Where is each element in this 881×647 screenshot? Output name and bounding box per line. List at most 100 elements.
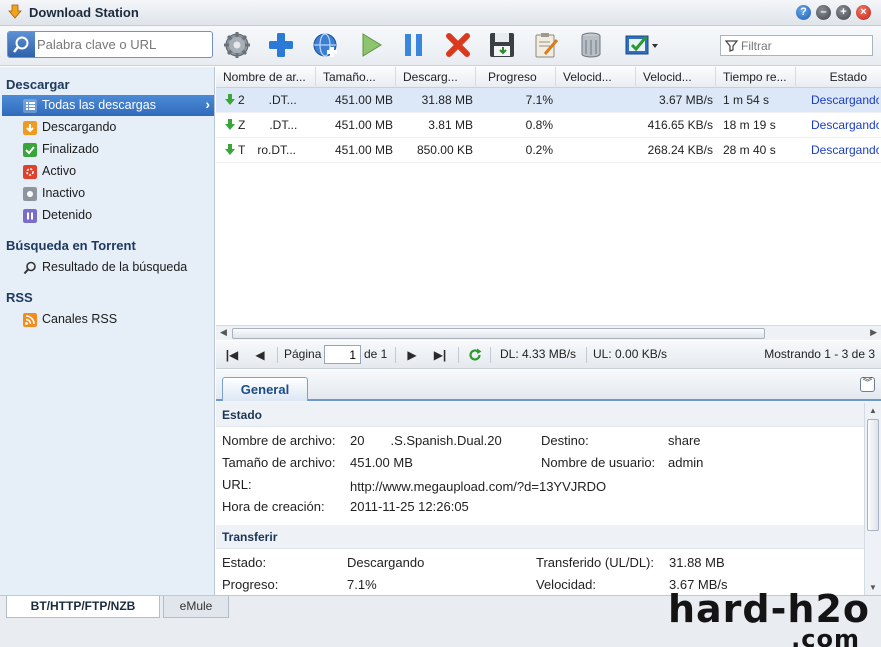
sidebar-item-inactive[interactable]: Inactivo [2,183,214,204]
filter-input[interactable] [741,38,869,53]
speed-label: Velocidad: [536,577,596,592]
column-header-filename[interactable]: Nombre de ar... [216,67,316,88]
divider [586,347,587,363]
sidebar-section-rss: RSS [6,290,33,305]
detail-panel: General ︾ Estado Nombre de archivo: 20 .… [216,370,881,595]
cell-download-speed: 268.24 KB/s [647,143,713,157]
tab-bt-http-ftp-nzb[interactable]: BT/HTTP/FTP/NZB [6,596,160,618]
table-row[interactable]: T ro.DT... 451.00 MB 850.00 KB 0.2% 268.… [216,138,881,163]
detail-body: Estado Nombre de archivo: 20 .S.Spanish.… [216,403,864,595]
collapse-chevron-icon[interactable]: ︾ [860,377,875,392]
scroll-thumb[interactable] [232,328,765,339]
magnifier-icon [13,36,29,53]
download-arrow-icon [225,94,235,105]
table-row[interactable]: 2 .DT... 451.00 MB 31.88 MB 7.1% 3.67 MB… [216,88,881,113]
scroll-up-arrow-icon[interactable]: ▲ [869,406,877,415]
settings-gear-icon[interactable] [222,30,252,60]
sidebar-item-downloading[interactable]: Descargando [2,117,214,138]
title-bar: Download Station ? – + × [0,0,881,26]
cell-progress: 7.1% [525,93,553,107]
download-arrow-icon [225,119,235,130]
download-arrow-icon [225,144,235,155]
sidebar-item-finished[interactable]: Finalizado [2,139,214,160]
minimize-icon[interactable]: – [816,5,831,20]
sidebar-item-label: Resultado de la búsqueda [42,260,188,274]
sidebar-section-descargar: Descargar [6,77,70,92]
search-button[interactable] [8,32,35,57]
save-disk-icon[interactable] [487,30,517,60]
sidebar-item-all-downloads[interactable]: Todas las descargas › [2,95,214,116]
cell-time-left: 18 m 19 s [723,118,776,132]
scroll-right-arrow-icon[interactable]: ▶ [870,327,877,338]
maximize-icon[interactable]: + [836,5,851,20]
pause-icon [23,209,37,223]
column-header-downloaded[interactable]: Descarg... [396,67,476,88]
table-row[interactable]: Z .DT... 451.00 MB 3.81 MB 0.8% 416.65 K… [216,113,881,138]
filter-box [720,35,873,56]
state-value: Descargando [347,555,425,570]
check-icon [23,143,37,157]
edit-clipboard-icon[interactable] [531,30,561,60]
watermark-logo: hard-h2o .com [640,590,870,647]
url-value: http://www.megaupload.com/?d=13YVJRDO [350,479,607,494]
divider [458,347,459,363]
column-header-download-speed[interactable]: Velocid... [636,67,716,88]
close-icon[interactable]: × [856,5,871,20]
pagination-bar: |◀ ◀ Página de 1 ▶ ▶| DL: 4.33 MB/s UL: … [216,341,881,369]
add-url-globe-icon[interactable] [311,30,341,60]
sidebar-item-label: Activo [42,164,77,178]
column-header-status[interactable]: Estado [796,67,881,88]
cell-upload-speed [556,113,633,137]
next-page-icon[interactable]: ▶ [402,345,422,365]
transferred-value: 31.88 MB [669,555,725,570]
sidebar-item-active[interactable]: Activo [2,161,214,182]
detail-tabstrip: General ︾ [216,370,881,401]
scroll-down-arrow-icon[interactable]: ▼ [869,583,877,592]
column-header-progress[interactable]: Progreso [476,67,556,88]
sidebar-item-label: Todas las descargas [42,98,156,112]
showing-count: Mostrando 1 - 3 de 3 [764,347,875,361]
username-label: Nombre de usuario: [541,455,656,470]
scroll-left-arrow-icon[interactable]: ◀ [220,327,227,338]
sidebar: Descargar Todas las descargas › Descarga… [0,67,215,595]
column-header-time-left[interactable]: Tiempo re... [716,67,796,88]
downloading-icon [23,121,37,135]
tab-general[interactable]: General [222,377,308,401]
cell-progress: 0.8% [525,118,553,132]
column-header-upload-speed[interactable]: Velocid... [556,67,636,88]
cell-status: Descargando [811,143,879,157]
sidebar-item-search-results[interactable]: Resultado de la búsqueda [2,257,214,278]
resume-play-icon[interactable] [355,30,385,60]
page-number-input[interactable] [324,345,361,364]
url-search-box [7,31,213,58]
clear-trash-icon[interactable] [576,30,606,60]
filesize-label: Tamaño de archivo: [222,455,336,470]
cell-downloaded: 850.00 KB [416,143,473,157]
table-header: Nombre de ar... Tamaño... Descarg... Pro… [216,67,881,88]
divider [490,347,491,363]
progress-label: Progreso: [222,577,279,592]
prev-page-icon[interactable]: ◀ [250,345,270,365]
scroll-thumb[interactable] [867,419,879,531]
sidebar-item-stopped[interactable]: Detenido [2,205,214,226]
vertical-scrollbar[interactable]: ▲ ▼ [864,403,881,595]
cell-upload-speed [556,88,633,112]
url-search-input[interactable] [37,35,209,54]
add-task-icon[interactable] [266,30,296,60]
first-page-icon[interactable]: |◀ [222,345,242,365]
horizontal-scrollbar[interactable]: ◀ ▶ [216,325,881,340]
last-page-icon[interactable]: ▶| [430,345,450,365]
select-check-dropdown-icon[interactable] [624,30,662,60]
sidebar-item-label: Inactivo [42,186,86,200]
delete-x-icon[interactable] [443,30,473,60]
column-header-size[interactable]: Tamaño... [316,67,396,88]
tab-emule[interactable]: eMule [163,596,229,618]
transferred-label: Transferido (UL/DL): [536,555,654,570]
sidebar-item-rss-feeds[interactable]: Canales RSS [2,309,214,330]
cell-download-speed: 416.65 KB/s [647,118,713,132]
pause-icon[interactable] [399,30,429,60]
refresh-icon[interactable] [468,348,482,362]
help-icon[interactable]: ? [796,5,811,20]
sidebar-item-label: Detenido [42,208,93,222]
page-count-label: de 1 [364,347,388,361]
